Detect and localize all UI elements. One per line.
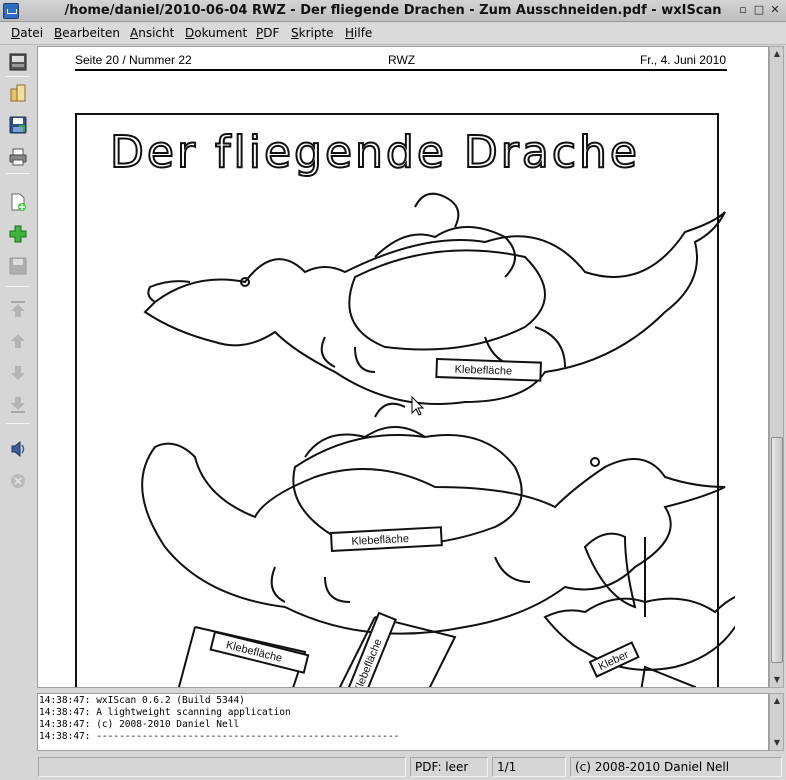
move-up-icon[interactable] [8, 331, 28, 351]
move-down-icon[interactable] [8, 363, 28, 383]
log-scroll-down-icon[interactable]: ▼ [771, 737, 783, 749]
cancel-icon[interactable] [8, 471, 28, 491]
speaker-icon[interactable] [8, 439, 28, 459]
tool-bar [0, 46, 36, 688]
page-header-left: Seite 20 / Nummer 22 [75, 53, 192, 67]
minimize-button[interactable]: ▫ [736, 3, 750, 17]
mouse-cursor-icon [411, 395, 425, 416]
status-pdf: PDF: leer [410, 757, 488, 777]
toolbar-separator [6, 173, 30, 174]
scan-icon[interactable] [8, 52, 28, 72]
toolbar-separator [6, 286, 30, 287]
print-icon[interactable] [8, 147, 28, 167]
app-window: /home/daniel/2010-06-04 RWZ - Der fliege… [0, 0, 786, 780]
page-header-right: Fr., 4. Juni 2010 [639, 53, 726, 67]
maximize-button[interactable]: □ [752, 3, 766, 17]
page-header-center: RWZ [388, 53, 416, 67]
move-top-icon[interactable] [8, 299, 28, 319]
menu-datei[interactable]: Datei [11, 26, 43, 40]
menu-ansicht[interactable]: Ansicht [130, 26, 174, 40]
save-disabled-icon[interactable] [8, 256, 28, 276]
add-icon[interactable] [8, 224, 28, 244]
status-page: 1/1 [492, 757, 566, 777]
menu-hilfe[interactable]: Hilfe [345, 26, 372, 40]
document-view[interactable]: Seite 20 / Nummer 22 RWZ Fr., 4. Juni 20… [37, 46, 769, 688]
dragon-illustration: Klebefläche Klebefläche Klebefläche Kleb… [141, 192, 735, 687]
log-pane[interactable]: 14:38:47: wxIScan 0.6.2 (Build 5344) 14:… [37, 693, 769, 751]
open-icon[interactable] [8, 83, 28, 103]
art-title: Der fliegende Drache [109, 126, 640, 179]
log-line: 14:38:47: ------------------------------… [39, 731, 400, 742]
scroll-down-icon[interactable]: ▼ [771, 674, 783, 686]
scrollbar-thumb[interactable] [771, 437, 783, 663]
close-button[interactable]: ✕ [768, 3, 782, 17]
new-page-icon[interactable] [8, 192, 28, 212]
save-icon[interactable] [8, 115, 28, 135]
menu-bearbeiten[interactable]: Bearbeiten [54, 26, 120, 40]
document-scrollbar[interactable]: ▲ ▼ [769, 46, 784, 688]
move-bottom-icon[interactable] [8, 395, 28, 415]
log-scrollbar[interactable]: ▲ ▼ [769, 693, 784, 751]
status-bar: PDF: leer 1/1 (c) 2008-2010 Daniel Nell [0, 754, 786, 780]
menu-skripte[interactable]: Skripte [291, 26, 334, 40]
menu-pdf[interactable]: PDF [256, 26, 279, 40]
label-klebeflaeche-1: Klebefläche [454, 364, 512, 378]
header-rule [75, 69, 727, 71]
log-line: 14:38:47: wxIScan 0.6.2 (Build 5344) [39, 695, 245, 706]
toolbar-separator [6, 76, 30, 77]
window-title: /home/daniel/2010-06-04 RWZ - Der fliege… [64, 3, 722, 18]
log-line: 14:38:47: A lightweight scanning applica… [39, 707, 291, 718]
status-main [38, 757, 406, 777]
menu-dokument[interactable]: Dokument [185, 26, 247, 40]
toolbar-separator [6, 423, 30, 424]
log-line: 14:38:47: (c) 2008-2010 Daniel Nell [39, 719, 240, 730]
status-copyright: (c) 2008-2010 Daniel Nell [570, 757, 782, 777]
menu-bar: Datei Bearbeiten Ansicht Dokument PDF Sk… [0, 23, 786, 45]
title-bar[interactable]: /home/daniel/2010-06-04 RWZ - Der fliege… [0, 0, 786, 22]
log-scroll-up-icon[interactable]: ▲ [771, 695, 783, 707]
scroll-up-icon[interactable]: ▲ [771, 48, 783, 60]
